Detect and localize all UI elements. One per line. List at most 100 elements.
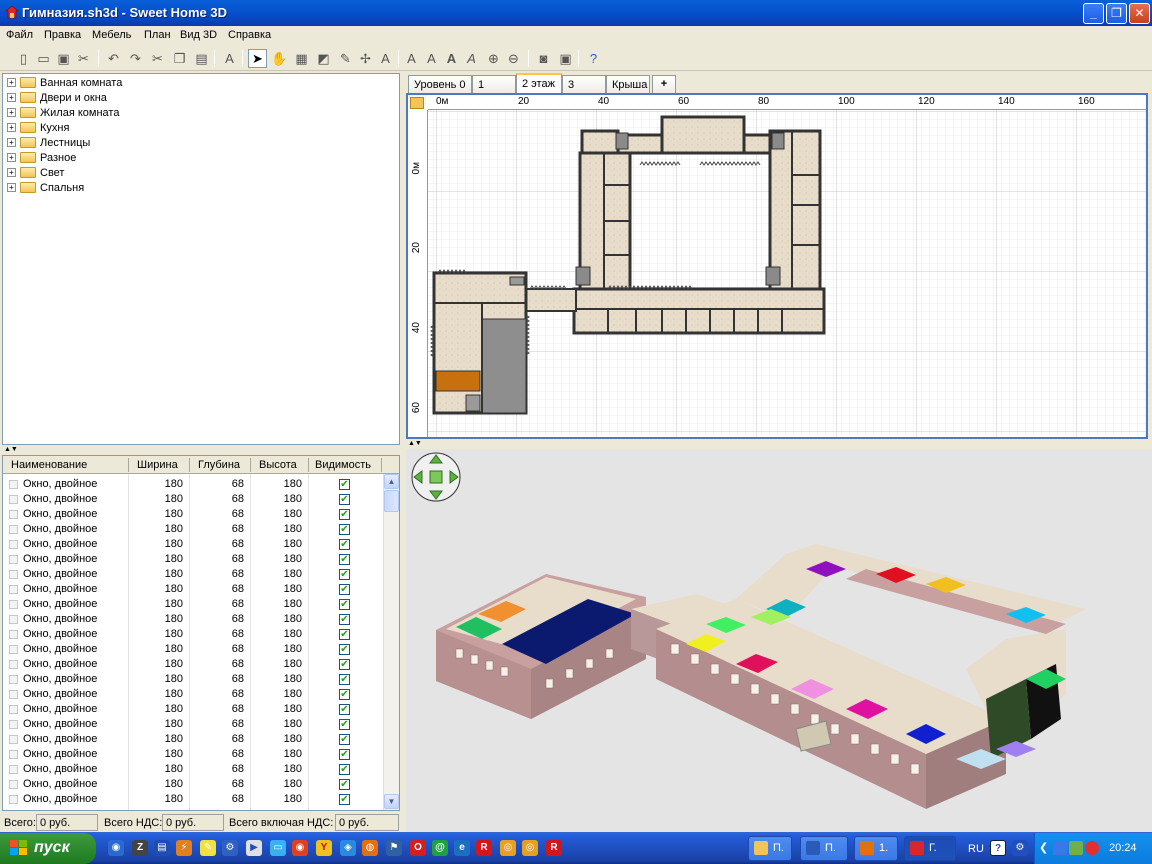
visibility-checkbox[interactable]: ✔ (339, 794, 350, 805)
paste-icon[interactable]: ▤ (192, 49, 211, 68)
maximize-button[interactable]: ❐ (1106, 3, 1127, 24)
close-button[interactable]: ✕ (1129, 3, 1150, 24)
start-button[interactable]: пуск (0, 833, 96, 864)
menu-help[interactable]: Справка (228, 29, 271, 41)
expand-icon[interactable]: + (7, 183, 16, 192)
table-row[interactable]: Окно, двойное 180 68 180 ✔ (3, 537, 381, 552)
tab-floor-3[interactable]: 3 этаж (562, 75, 606, 103)
tray-icon[interactable]: ⚙ (1012, 840, 1028, 856)
table-row[interactable]: Окно, двойное 180 68 180 ✔ (3, 717, 381, 732)
undo-icon[interactable]: ↶ (104, 49, 123, 68)
expand-icon[interactable]: + (7, 93, 16, 102)
quicklaunch-icon[interactable]: ▭ (270, 840, 286, 856)
decrease-text-icon[interactable]: A (422, 49, 441, 68)
visibility-checkbox[interactable]: ✔ (339, 659, 350, 670)
column-depth[interactable]: Глубина (198, 459, 240, 471)
antivirus-icon[interactable] (1069, 841, 1083, 855)
tab-floor-1[interactable]: 1 этаж (472, 75, 516, 103)
scroll-thumb[interactable] (384, 490, 399, 512)
quicklaunch-icon[interactable]: Y (316, 840, 332, 856)
split-arrows-icon[interactable]: ▲▼ (4, 446, 18, 453)
table-row[interactable]: Окно, двойное 180 68 180 ✔ (3, 507, 381, 522)
italic-text-icon[interactable]: A (462, 49, 481, 68)
visibility-checkbox[interactable]: ✔ (339, 539, 350, 550)
table-row[interactable]: Окно, двойное 180 68 180 ✔ (3, 672, 381, 687)
pan-mode-icon[interactable]: ✋ (270, 49, 289, 68)
quicklaunch-icon[interactable]: @ (432, 840, 448, 856)
minimize-button[interactable]: _ (1083, 3, 1104, 24)
menu-3d-view[interactable]: Вид 3D (180, 29, 217, 41)
quicklaunch-icon[interactable]: ⚑ (386, 840, 402, 856)
taskbar-item[interactable]: 1. (854, 836, 898, 861)
column-height[interactable]: Высота (259, 459, 297, 471)
table-row[interactable]: Окно, двойное 180 68 180 ✔ (3, 702, 381, 717)
visibility-checkbox[interactable]: ✔ (339, 614, 350, 625)
chevron-left-icon[interactable]: ❮ (1039, 841, 1048, 854)
add-level-button[interactable]: + (652, 75, 676, 94)
quicklaunch-icon[interactable]: R (476, 840, 492, 856)
table-row[interactable]: Окно, двойное 180 68 180 ✔ (3, 792, 381, 807)
visibility-checkbox[interactable]: ✔ (339, 629, 350, 640)
table-row[interactable]: Окно, двойное 180 68 180 ✔ (3, 747, 381, 762)
scroll-down-icon[interactable]: ▼ (384, 794, 399, 809)
zoom-out-icon[interactable]: ⊖ (504, 49, 523, 68)
redo-icon[interactable]: ↷ (126, 49, 145, 68)
quicklaunch-icon[interactable]: ◉ (292, 840, 308, 856)
catalog-category-doors-windows[interactable]: + Двери и окна (7, 90, 107, 105)
table-row[interactable]: Окно, двойное 180 68 180 ✔ (3, 522, 381, 537)
taskbar-item[interactable]: П. (748, 836, 792, 861)
help-tray-icon[interactable]: ? (990, 840, 1006, 856)
visibility-checkbox[interactable]: ✔ (339, 644, 350, 655)
expand-icon[interactable]: + (7, 168, 16, 177)
quicklaunch-icon[interactable]: ◉ (108, 840, 124, 856)
visibility-checkbox[interactable]: ✔ (339, 734, 350, 745)
table-row[interactable]: Окно, двойное 180 68 180 ✔ (3, 477, 381, 492)
open-file-icon[interactable]: ▭ (34, 49, 53, 68)
create-dimensions-icon[interactable]: ✢ (356, 49, 375, 68)
tab-level-0[interactable]: Уровень 0 (408, 75, 472, 94)
quicklaunch-icon[interactable]: ◎ (522, 840, 538, 856)
plan-view[interactable]: 0м 20 40 60 80 100 120 140 160 0м 20 40 … (406, 93, 1148, 439)
expand-icon[interactable]: + (7, 78, 16, 87)
visibility-checkbox[interactable]: ✔ (339, 749, 350, 760)
visibility-checkbox[interactable]: ✔ (339, 584, 350, 595)
3d-canvas[interactable] (406, 449, 1152, 832)
table-row[interactable]: Окно, двойное 180 68 180 ✔ (3, 732, 381, 747)
plan-canvas[interactable] (408, 95, 1148, 439)
catalog-category-living-room[interactable]: + Жилая комната (7, 105, 119, 120)
catalog-category-lights[interactable]: + Свет (7, 165, 64, 180)
add-furniture-icon[interactable]: A (220, 49, 239, 68)
table-row[interactable]: Окно, двойное 180 68 180 ✔ (3, 492, 381, 507)
quicklaunch-icon[interactable]: ✎ (200, 840, 216, 856)
taskbar-item-sweet-home[interactable]: Г. (904, 836, 956, 861)
scroll-up-icon[interactable]: ▲ (384, 474, 399, 489)
create-polylines-icon[interactable]: ✎ (336, 49, 355, 68)
table-row[interactable]: Окно, двойное 180 68 180 ✔ (3, 762, 381, 777)
network-icon[interactable] (1053, 841, 1067, 855)
bold-text-icon[interactable]: A (442, 49, 461, 68)
menu-plan[interactable]: План (144, 29, 171, 41)
visibility-checkbox[interactable]: ✔ (339, 509, 350, 520)
create-photo-icon[interactable]: ◙ (534, 49, 553, 68)
quicklaunch-icon[interactable]: ◍ (362, 840, 378, 856)
quicklaunch-icon[interactable]: R (546, 840, 562, 856)
column-width[interactable]: Ширина (137, 459, 178, 471)
visibility-checkbox[interactable]: ✔ (339, 524, 350, 535)
furniture-table[interactable]: Наименование Ширина Глубина Высота Видим… (2, 455, 400, 811)
visibility-checkbox[interactable]: ✔ (339, 704, 350, 715)
increase-text-icon[interactable]: A (402, 49, 421, 68)
visibility-checkbox[interactable]: ✔ (339, 554, 350, 565)
table-row[interactable]: Окно, двойное 180 68 180 ✔ (3, 582, 381, 597)
create-video-icon[interactable]: ▣ (556, 49, 575, 68)
taskbar-item[interactable]: П. (800, 836, 848, 861)
quicklaunch-icon[interactable]: ▤ (154, 840, 170, 856)
quicklaunch-icon[interactable]: Z (132, 840, 148, 856)
visibility-checkbox[interactable]: ✔ (339, 719, 350, 730)
table-row[interactable]: Окно, двойное 180 68 180 ✔ (3, 777, 381, 792)
copy-icon[interactable]: ❐ (170, 49, 189, 68)
help-icon[interactable]: ? (584, 49, 603, 68)
create-rooms-icon[interactable]: ◩ (314, 49, 333, 68)
quicklaunch-icon[interactable]: ⚙ (222, 840, 238, 856)
furniture-catalog-tree[interactable]: + Ванная комната + Двери и окна + Жилая ком… (2, 73, 400, 445)
visibility-checkbox[interactable]: ✔ (339, 779, 350, 790)
